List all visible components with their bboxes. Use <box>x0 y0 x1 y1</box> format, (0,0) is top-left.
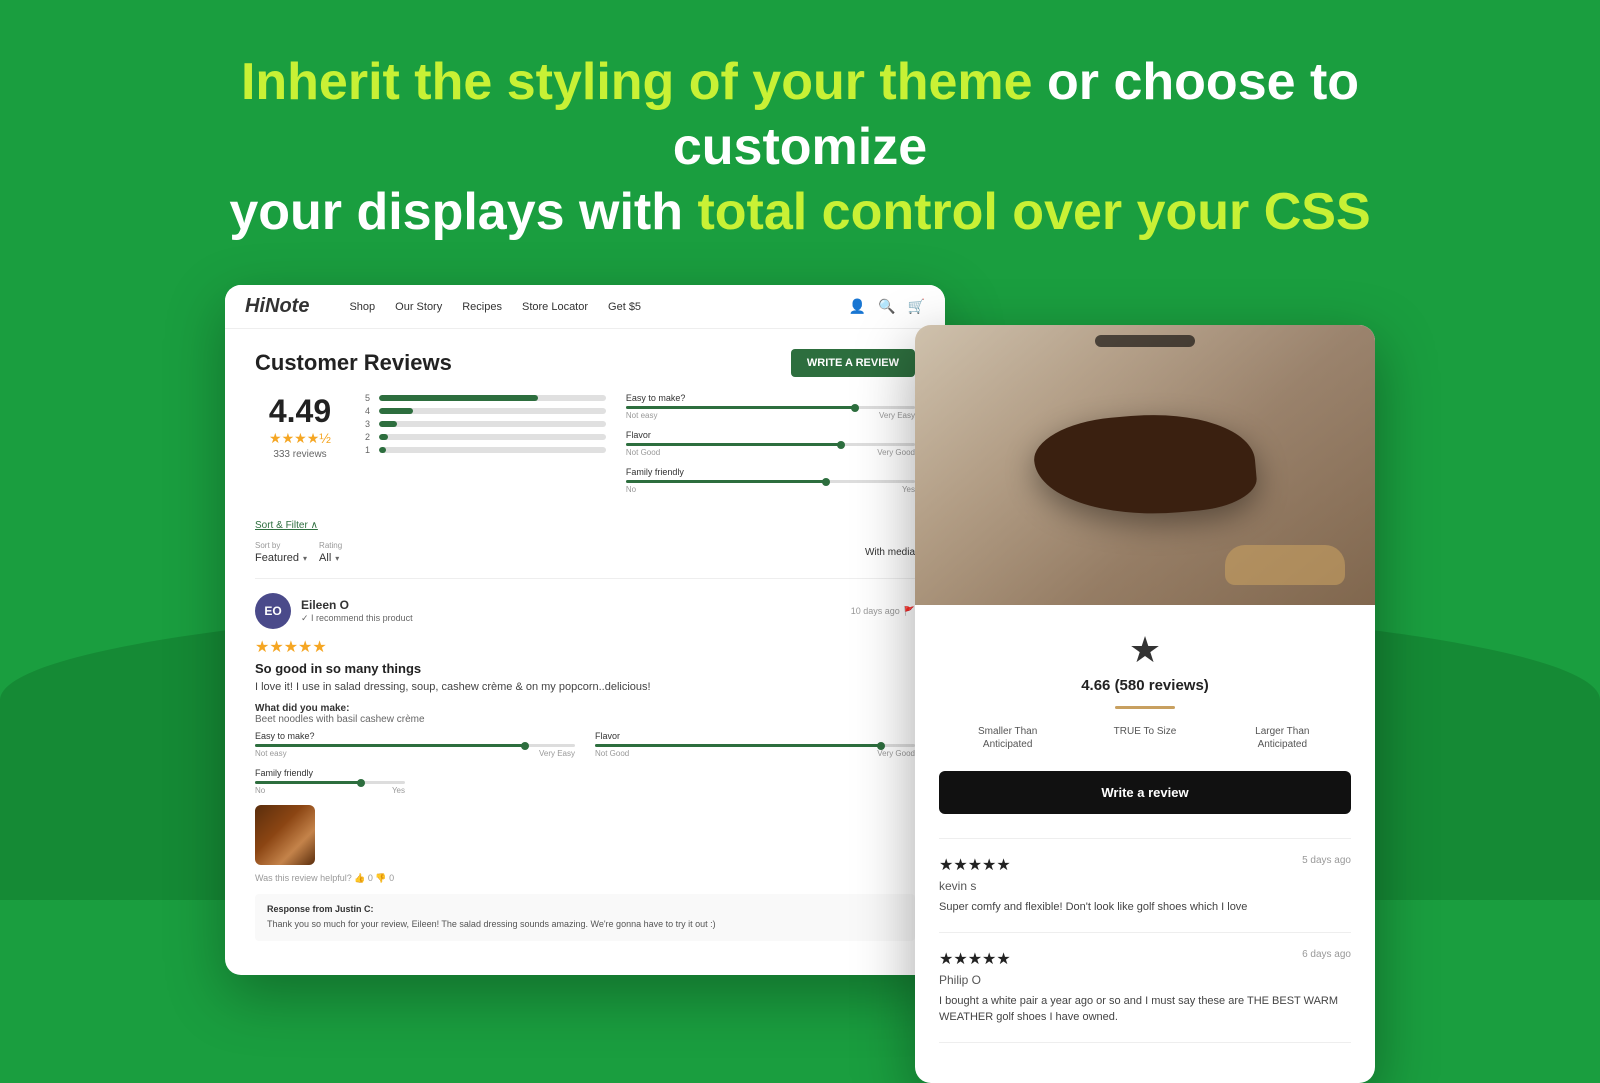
with-media-filter[interactable]: With media <box>865 547 915 558</box>
reviews-section: Customer Reviews WRITE A REVIEW 4.49 ★★★… <box>225 329 945 975</box>
bar-row-2: 2 <box>365 432 606 442</box>
sort-row: Sort by Featured ▾ Rating All ▾ With med… <box>255 541 915 564</box>
bar-row-5: 5 <box>365 393 606 403</box>
fit-true-label: TRUE To Size <box>1076 725 1213 738</box>
right-review-1-date: 5 days ago <box>1302 855 1351 866</box>
fit-larger: Larger ThanAnticipated <box>1214 725 1351 751</box>
headline-text: Inherit the styling of your theme or cho… <box>200 50 1400 245</box>
fit-smaller-label: Smaller ThanAnticipated <box>939 725 1076 751</box>
review-made: What did you make: Beet noodles with bas… <box>255 703 915 725</box>
rating-star-icon: ★ <box>939 629 1351 671</box>
attribute-sliders: Easy to make? Not easyVery Easy Flavor <box>626 393 915 504</box>
shoe-accent <box>1225 545 1345 585</box>
review-top: EO Eileen O ✓ I recommend this product 1… <box>255 593 915 629</box>
recommend-badge: ✓ I recommend this product <box>301 613 413 624</box>
screenshots-container: HiNote Shop Our Story Recipes Store Loca… <box>0 285 1600 1083</box>
review-attribute-sliders: Easy to make? Not easyVery Easy Flavor <box>255 731 915 758</box>
fit-row: Smaller ThanAnticipated TRUE To Size Lar… <box>939 725 1351 751</box>
right-review-1-stars: ★★★★★ <box>939 855 1011 875</box>
nav-logo: HiNote <box>245 295 309 318</box>
phone-notch <box>1095 335 1195 347</box>
review-photo[interactable] <box>255 805 315 865</box>
review-title: So good in so many things <box>255 661 915 676</box>
product-image <box>915 325 1375 605</box>
user-icon[interactable]: 👤 <box>849 298 866 315</box>
right-review-1: ★★★★★ 5 days ago kevin s Super comfy and… <box>939 855 1351 933</box>
reviewer-name: Eileen O <box>301 598 413 612</box>
review-flavor-slider: Flavor Not GoodVery Good <box>595 731 915 758</box>
right-review-2-header: ★★★★★ 6 days ago <box>939 949 1351 969</box>
seller-response: Response from Justin C: Thank you so muc… <box>255 894 915 941</box>
chevron-down-icon-2: ▾ <box>335 554 339 563</box>
rating-group: Rating All ▾ <box>319 541 342 564</box>
bar-row-4: 4 <box>365 406 606 416</box>
chevron-down-icon: ▾ <box>303 554 307 563</box>
flag-icon: 🚩 <box>904 606 915 617</box>
nav-get5[interactable]: Get $5 <box>608 301 641 313</box>
nav-store-locator[interactable]: Store Locator <box>522 301 588 313</box>
rating-bars: 5 4 3 2 1 <box>365 393 606 504</box>
right-review-2-text: I bought a white pair a year ago or so a… <box>939 993 1351 1026</box>
rating-divider <box>1115 706 1175 709</box>
right-review-1-text: Super comfy and flexible! Don't look lik… <box>939 899 1351 916</box>
cart-icon[interactable]: 🛒 <box>908 298 925 315</box>
reviewer-avatar: EO <box>255 593 291 629</box>
nav-icons: 👤 🔍 🛒 <box>849 298 925 315</box>
fit-true: TRUE To Size <box>1076 725 1213 751</box>
review-count: 333 reviews <box>255 449 345 460</box>
right-review-2-date: 6 days ago <box>1302 949 1351 960</box>
flavor-slider: Flavor Not GoodVery Good <box>626 430 915 457</box>
sort-by-group: Sort by Featured ▾ <box>255 541 307 564</box>
fit-smaller: Smaller ThanAnticipated <box>939 725 1076 751</box>
right-review-2-stars: ★★★★★ <box>939 949 1011 969</box>
overall-rating: 4.49 ★★★★½ 333 reviews <box>255 393 345 504</box>
left-screenshot: HiNote Shop Our Story Recipes Store Loca… <box>225 285 945 975</box>
write-review-button[interactable]: WRITE A REVIEW <box>791 349 915 377</box>
sort-by-select[interactable]: Featured ▾ <box>255 552 307 564</box>
review-date: 10 days ago 🚩 <box>851 606 915 617</box>
reviews-divider <box>939 838 1351 839</box>
fit-larger-label: Larger ThanAnticipated <box>1214 725 1351 751</box>
headline-section: Inherit the styling of your theme or cho… <box>0 0 1600 285</box>
right-rating: 4.66 (580 reviews) <box>939 677 1351 694</box>
write-review-button-dark[interactable]: Write a review <box>939 771 1351 814</box>
right-screenshot: ★ 4.66 (580 reviews) Smaller ThanAnticip… <box>915 325 1375 1083</box>
overall-number: 4.49 <box>255 393 345 430</box>
right-review-2: ★★★★★ 6 days ago Philip O I bought a whi… <box>939 949 1351 1043</box>
bar-row-1: 1 <box>365 445 606 455</box>
reviews-title: Customer Reviews <box>255 350 452 376</box>
review-stars: ★★★★★ <box>255 637 915 657</box>
nav-bar: HiNote Shop Our Story Recipes Store Loca… <box>225 285 945 329</box>
review-item: EO Eileen O ✓ I recommend this product 1… <box>255 578 915 955</box>
overall-stars: ★★★★½ <box>255 430 345 447</box>
nav-recipes[interactable]: Recipes <box>462 301 502 313</box>
easy-to-make-slider: Easy to make? Not easyVery Easy <box>626 393 915 420</box>
response-from: Response from Justin C: <box>267 904 903 914</box>
nav-shop[interactable]: Shop <box>349 301 375 313</box>
rating-select[interactable]: All ▾ <box>319 552 342 564</box>
search-icon[interactable]: 🔍 <box>878 298 895 315</box>
review-easy-slider: Easy to make? Not easyVery Easy <box>255 731 575 758</box>
helpful-row: Was this review helpful? 👍 0 👎 0 <box>255 873 915 884</box>
family-friendly-slider: Family friendly NoYes <box>626 467 915 494</box>
reviews-header: Customer Reviews WRITE A REVIEW <box>255 349 915 377</box>
sort-filter-toggle[interactable]: Sort & Filter ∧ <box>255 520 915 531</box>
right-panel: ★ 4.66 (580 reviews) Smaller ThanAnticip… <box>915 605 1375 1083</box>
nav-our-story[interactable]: Our Story <box>395 301 442 313</box>
right-reviewer-1: kevin s <box>939 879 1351 893</box>
review-body: I love it! I use in salad dressing, soup… <box>255 680 915 695</box>
right-reviewer-2: Philip O <box>939 973 1351 987</box>
response-text: Thank you so much for your review, Eilee… <box>267 918 903 931</box>
right-review-1-header: ★★★★★ 5 days ago <box>939 855 1351 875</box>
review-family-slider: Family friendly NoYes <box>255 768 915 795</box>
bar-row-3: 3 <box>365 419 606 429</box>
rating-summary: 4.49 ★★★★½ 333 reviews 5 4 3 <box>255 393 915 504</box>
nav-links: Shop Our Story Recipes Store Locator Get… <box>349 301 641 313</box>
